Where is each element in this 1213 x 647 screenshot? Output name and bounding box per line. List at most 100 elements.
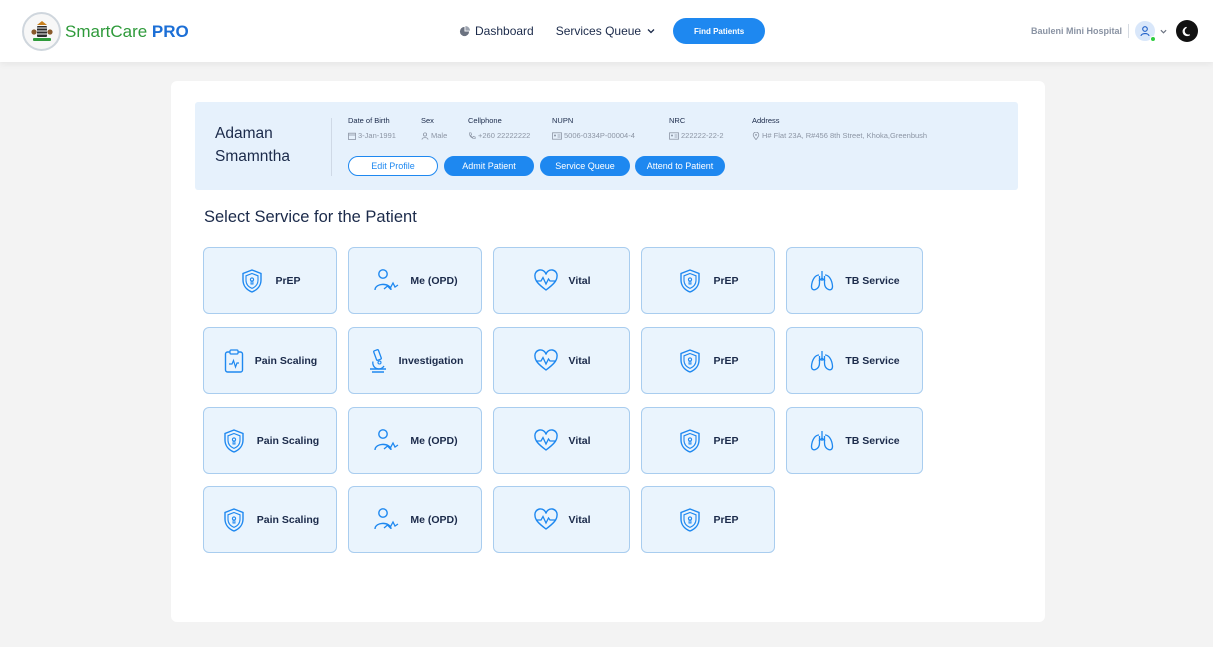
clipboard-icon — [223, 348, 245, 374]
service-tile[interactable]: TB Service — [786, 407, 923, 474]
pie-chart-icon — [459, 25, 470, 37]
user-menu-chevron-icon[interactable] — [1160, 28, 1167, 35]
service-tile-label: Me (OPD) — [410, 513, 458, 526]
service-tile[interactable]: Me (OPD) — [348, 247, 482, 314]
find-patients-button[interactable]: Find Patients — [673, 18, 766, 44]
dark-mode-toggle[interactable] — [1176, 20, 1198, 42]
service-tile[interactable]: Pain Scaling — [203, 407, 337, 474]
nupn-label: NUPN — [552, 116, 574, 125]
attend-to-patient-button[interactable]: Attend to Patient — [635, 156, 725, 176]
service-tile-label: Vital — [568, 354, 591, 367]
divider — [331, 118, 332, 176]
service-tile-label: TB Service — [845, 354, 900, 367]
lungs-icon — [809, 429, 835, 453]
cellphone-label: Cellphone — [468, 116, 502, 125]
service-tile-label: Pain Scaling — [256, 513, 320, 526]
id-card-icon — [669, 131, 679, 140]
service-tile[interactable]: Vital — [493, 327, 630, 394]
main-nav: Dashboard Services Queue Find Patients — [459, 18, 766, 44]
patient-first-name: Adaman — [215, 125, 273, 142]
coat-of-arms-icon — [22, 12, 61, 51]
service-tile[interactable]: PrEP — [641, 247, 775, 314]
nrc-label: NRC — [669, 116, 686, 125]
patient-icon — [372, 506, 400, 534]
service-tile[interactable]: Pain Scaling — [203, 486, 337, 553]
patient-last-name: Smamntha — [215, 148, 290, 165]
heartbeat-icon — [533, 348, 559, 373]
logo[interactable]: SmartCare PRO — [22, 12, 189, 51]
service-tile[interactable]: TB Service — [786, 247, 923, 314]
address-label: Address — [752, 116, 780, 125]
user-icon — [1140, 26, 1150, 37]
dob-value: 3-Jan-1991 — [348, 131, 396, 140]
sex-label: Sex — [421, 116, 434, 125]
main-card: Adaman Smamntha Date of Birth 3-Jan-1991… — [171, 81, 1045, 622]
service-tile-label: Pain Scaling — [256, 434, 320, 447]
service-tile-label: Pain Scaling — [254, 354, 318, 367]
service-tile-label: PrEP — [275, 274, 301, 287]
service-tile[interactable]: Me (OPD) — [348, 407, 482, 474]
lungs-icon — [809, 269, 835, 293]
nav-services-queue-label: Services Queue — [555, 24, 642, 38]
shield-icon — [677, 348, 703, 374]
field-nupn: NUPN 5006-0334P-00004-4 — [552, 116, 635, 140]
brand-name: SmartCare PRO — [65, 21, 189, 41]
heartbeat-icon — [533, 268, 559, 293]
service-tile[interactable]: Vital — [493, 486, 630, 553]
service-tile-label: PrEP — [713, 354, 739, 367]
service-tile-label: Vital — [568, 513, 591, 526]
field-nrc: NRC 222222-22-2 — [669, 116, 724, 140]
service-tile[interactable]: PrEP — [203, 247, 337, 314]
heartbeat-icon — [533, 428, 559, 453]
service-tile-label: Me (OPD) — [410, 434, 458, 447]
service-tile-label: Me (OPD) — [410, 274, 458, 287]
sex-value: Male — [421, 131, 447, 140]
field-address: Address H# Flat 23A, R#456 8th Street, K… — [752, 116, 927, 140]
service-queue-button[interactable]: Service Queue — [540, 156, 630, 176]
user-avatar[interactable] — [1135, 21, 1156, 42]
online-status-dot — [1150, 36, 1156, 42]
nav-dashboard[interactable]: Dashboard — [459, 24, 534, 38]
service-tile-label: TB Service — [845, 274, 900, 287]
microscope-icon — [367, 348, 389, 374]
patient-name: Adaman Smamntha — [215, 122, 290, 168]
service-tile[interactable]: Me (OPD) — [348, 486, 482, 553]
heartbeat-icon — [533, 507, 559, 532]
admit-patient-button[interactable]: Admit Patient — [444, 156, 534, 176]
service-tile[interactable]: PrEP — [641, 407, 775, 474]
top-navbar: SmartCare PRO Dashboard Services Queue F… — [0, 0, 1213, 62]
service-tile[interactable]: PrEP — [641, 327, 775, 394]
user-area: Bauleni Mini Hospital — [1031, 20, 1198, 42]
service-tile[interactable]: PrEP — [641, 486, 775, 553]
moon-icon — [1182, 26, 1190, 36]
field-cellphone: Cellphone +260 22222222 — [468, 116, 530, 140]
cellphone-value: +260 22222222 — [468, 131, 530, 140]
nav-dashboard-label: Dashboard — [475, 24, 534, 38]
service-tile-label: PrEP — [713, 274, 739, 287]
service-tile[interactable]: Vital — [493, 407, 630, 474]
service-tile[interactable]: Vital — [493, 247, 630, 314]
field-dob: Date of Birth 3-Jan-1991 — [348, 116, 396, 140]
service-tile[interactable]: Investigation — [348, 327, 482, 394]
nav-services-queue[interactable]: Services Queue — [556, 24, 655, 38]
person-icon — [421, 131, 429, 140]
hospital-name: Bauleni Mini Hospital — [1030, 26, 1122, 36]
section-title: Select Service for the Patient — [204, 208, 417, 226]
location-pin-icon — [752, 131, 760, 140]
dob-label: Date of Birth — [348, 116, 390, 125]
patient-icon — [372, 267, 400, 295]
phone-icon — [469, 131, 476, 139]
shield-icon — [677, 507, 703, 533]
address-value: H# Flat 23A, R#456 8th Street, Khoka,Gre… — [752, 131, 927, 140]
service-tile[interactable]: TB Service — [786, 327, 923, 394]
nupn-value: 5006-0334P-00004-4 — [552, 131, 635, 140]
patient-icon — [372, 427, 400, 455]
service-tile-label: Investigation — [398, 354, 464, 367]
divider — [1128, 24, 1129, 38]
edit-profile-button[interactable]: Edit Profile — [348, 156, 438, 176]
service-tile-label: Vital — [568, 274, 591, 287]
service-tile-label: Vital — [568, 434, 591, 447]
service-tile[interactable]: Pain Scaling — [203, 327, 337, 394]
chevron-down-icon — [647, 27, 655, 35]
shield-icon — [239, 268, 265, 294]
